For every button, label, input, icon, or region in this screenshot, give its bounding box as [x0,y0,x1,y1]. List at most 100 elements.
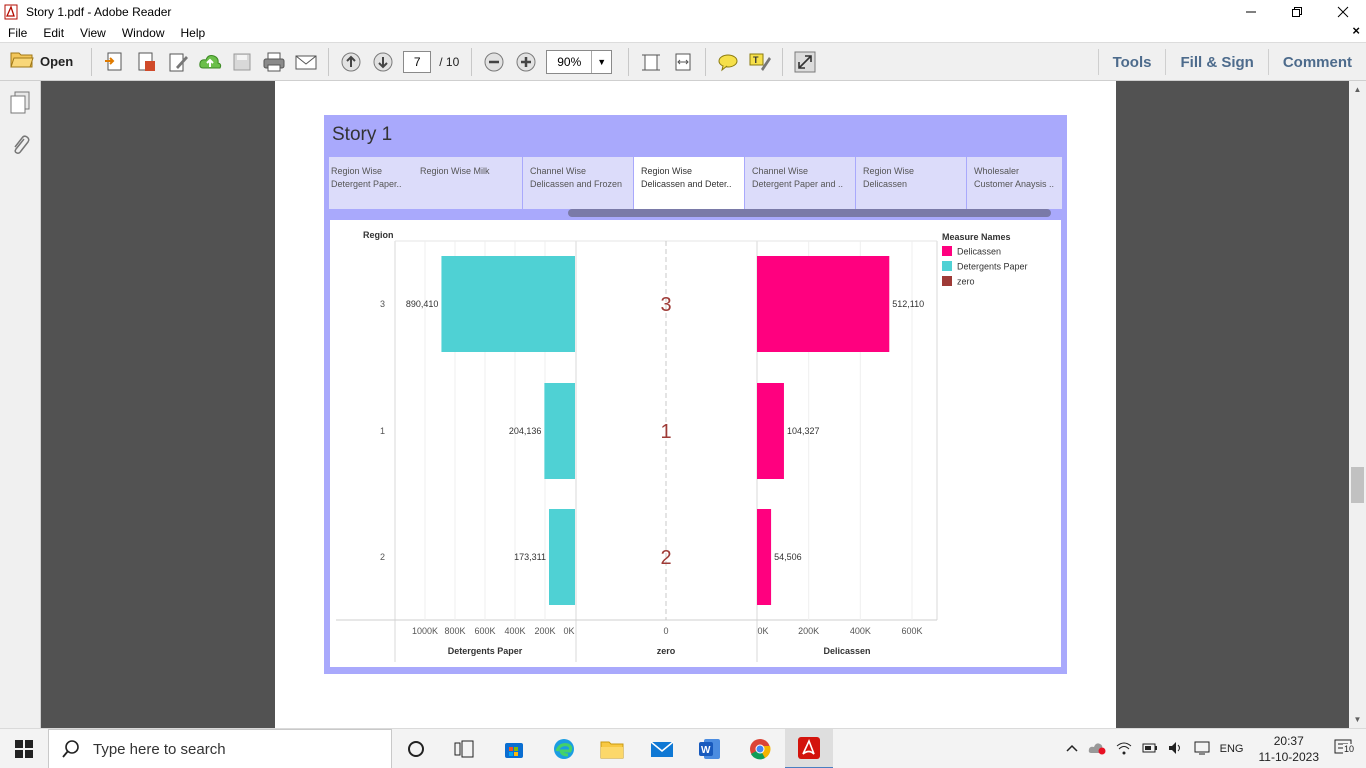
legend-label[interactable]: Delicassen [957,247,1001,257]
data-label: 512,110 [892,299,924,309]
edit-pdf-icon[interactable] [162,47,194,77]
sticky-note-icon[interactable] [712,47,744,77]
highlight-text-icon[interactable]: T [744,47,776,77]
menu-view[interactable]: View [72,26,114,40]
microsoft-store-icon[interactable] [490,729,538,768]
pdf-page: Story 1 Region Wise Detergent Paper.. Re… [275,81,1116,728]
menu-window[interactable]: Window [114,26,173,40]
story-tab-6[interactable]: Region Wise Delicassen [856,157,967,209]
notification-center-icon[interactable]: 10 [1334,739,1356,760]
volume-icon[interactable] [1168,741,1184,758]
data-label: 204,136 [509,426,542,436]
axis-tick-label: 1000K [412,626,438,636]
page-thumbnails-icon[interactable] [9,91,31,115]
email-icon[interactable] [290,47,322,77]
menu-help[interactable]: Help [173,26,214,40]
create-pdf-icon[interactable] [98,47,130,77]
scroll-up-icon[interactable]: ▲ [1349,81,1366,98]
fit-page-icon[interactable] [635,47,667,77]
document-workspace: Story 1 Region Wise Detergent Paper.. Re… [41,81,1349,728]
export-pdf-icon[interactable] [130,47,162,77]
next-page-icon[interactable] [367,47,399,77]
story-tab-4-active[interactable]: Region Wise Delicassen and Deter.. [634,157,745,209]
zoom-out-icon[interactable] [478,47,510,77]
scrollbar-thumb[interactable] [1351,467,1364,503]
vertical-scrollbar[interactable]: ▲ ▼ [1349,81,1366,728]
taskbar-search[interactable]: Type here to search [48,729,392,768]
axis-tick-label: 0K [563,626,574,636]
story-tab-label: Region Wise [641,166,693,176]
open-button[interactable]: Open [10,47,73,77]
legend-label[interactable]: Detergents Paper [957,262,1028,272]
page-number-input[interactable]: 7 [403,50,432,73]
minimize-button[interactable] [1228,0,1274,23]
fill-sign-button[interactable]: Fill & Sign [1165,49,1267,75]
legend-label[interactable]: zero [957,277,975,287]
axis-tick-label: 400K [850,626,871,636]
story-tab-label: Region Wise [863,166,915,176]
toolbar-separator [471,47,473,76]
zoom-select[interactable]: 90% ▼ [546,49,613,74]
legend-swatch[interactable] [942,261,952,271]
story-tab-1[interactable]: Region Wise Detergent Paper.. [329,157,418,209]
word-icon[interactable]: W [686,729,734,768]
right-axis-title: Delicassen [823,646,870,656]
wifi-icon[interactable] [1116,741,1132,758]
close-window-button[interactable] [1320,0,1366,23]
close-document-button[interactable]: × [1352,23,1360,38]
story-tab-label: Region Wise Milk [420,166,490,176]
task-view-icon[interactable] [440,729,488,768]
edge-icon[interactable] [540,729,588,768]
bar-detergents-paper [544,383,575,479]
comment-button[interactable]: Comment [1267,49,1366,75]
file-explorer-icon[interactable] [588,729,636,768]
story-tab-5[interactable]: Channel Wise Detergent Paper and .. [745,157,856,209]
axis-tick-label: 400K [504,626,525,636]
system-tray: ENG 20:37 11-10-2023 10 [1061,729,1366,768]
story-tab-7[interactable]: Wholesaler Customer Anaysis .. [967,157,1062,209]
legend-swatch[interactable] [942,246,952,256]
language-indicator[interactable]: ENG [1220,743,1244,755]
battery-icon[interactable] [1142,742,1158,757]
bar-detergents-paper [441,256,575,352]
legend: Delicassen Detergents Paper zero [942,246,1028,287]
zoom-in-icon[interactable] [510,47,542,77]
adobe-reader-taskbar-icon[interactable] [785,729,833,768]
chevron-down-icon[interactable]: ▼ [591,50,611,73]
story-container: Story 1 Region Wise Detergent Paper.. Re… [324,115,1067,674]
display-settings-icon[interactable] [1194,741,1210,758]
region-label: 3 [380,299,385,309]
story-tab-2[interactable]: Region Wise Milk [418,157,523,209]
restore-button[interactable] [1274,0,1320,23]
windows-icon [15,740,33,758]
scroll-down-icon[interactable]: ▼ [1349,711,1366,728]
cloud-upload-icon[interactable] [194,47,226,77]
full-screen-icon[interactable] [789,47,821,77]
tools-button[interactable]: Tools [1097,49,1166,75]
start-button[interactable] [0,729,48,768]
save-icon[interactable] [226,47,258,77]
mail-icon[interactable] [638,729,686,768]
search-icon [62,740,79,758]
story-tab-label: Channel Wise [752,166,809,176]
previous-page-icon[interactable] [335,47,367,77]
legend-swatch[interactable] [942,276,952,286]
tabs-scrollbar[interactable] [568,209,1051,217]
print-icon[interactable] [258,47,290,77]
onedrive-error-icon[interactable] [1088,741,1106,758]
cortana-icon[interactable] [392,729,440,768]
bar-delicassen [757,383,784,479]
story-tab-3[interactable]: Channel Wise Delicassen and Frozen [523,157,634,209]
menu-edit[interactable]: Edit [35,26,72,40]
clock[interactable]: 20:37 11-10-2023 [1259,733,1320,765]
axis-tick-label: 600K [901,626,922,636]
chevron-up-icon[interactable] [1066,743,1078,756]
story-tab-label: Delicassen and Deter.. [641,179,732,189]
fit-width-icon[interactable] [667,47,699,77]
row-header-label: Region [363,230,394,240]
menu-file[interactable]: File [0,26,35,40]
chrome-icon[interactable] [736,729,784,768]
toolbar-separator [328,47,330,76]
attachments-icon[interactable] [9,133,31,157]
search-placeholder: Type here to search [93,740,226,758]
